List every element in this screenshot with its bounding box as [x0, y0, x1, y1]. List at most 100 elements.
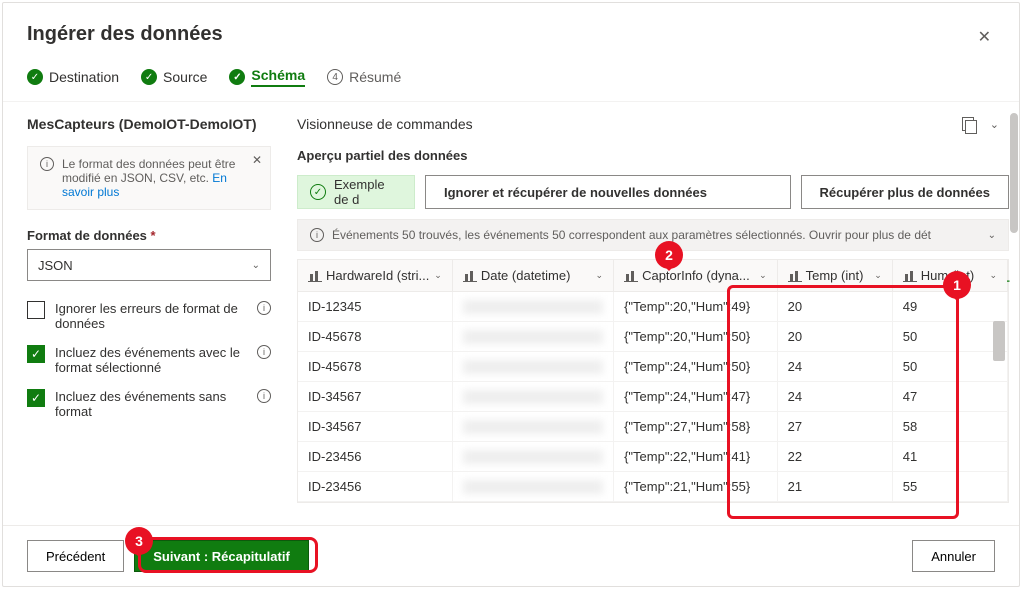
cell-temp: 27	[777, 412, 892, 442]
step-destination[interactable]: ✓Destination	[27, 69, 119, 85]
cell-date	[452, 382, 613, 412]
chevron-down-icon: ⌄	[596, 270, 604, 281]
format-select[interactable]: JSON ⌄	[27, 249, 271, 281]
button-fetch-more[interactable]: Récupérer plus de données	[801, 175, 1010, 209]
col-captorinfo[interactable]: CaptorInfo (dyna...⌄	[614, 260, 778, 292]
cell-date	[452, 352, 613, 382]
cell-date	[452, 412, 613, 442]
chevron-down-icon: ⌄	[252, 260, 260, 271]
modal-body: MesCapteurs (DemoIOT-DemoIOT) i Le forma…	[3, 101, 1019, 525]
close-icon[interactable]: ✕	[974, 23, 995, 51]
cell-date	[452, 292, 613, 322]
cell-temp: 20	[777, 292, 892, 322]
col-hardwareid[interactable]: HardwareId (stri...⌄	[298, 260, 452, 292]
format-notice: i Le format des données peut être modifi…	[27, 146, 271, 210]
scrollbar[interactable]	[1010, 113, 1018, 526]
dismiss-notice-icon[interactable]: ✕	[252, 153, 262, 167]
cell-captorinfo: {"Temp":21,"Hum":55}	[614, 472, 778, 502]
format-label: Format de données *	[27, 228, 271, 243]
cell-captorinfo: {"Temp":27,"Hum":58}	[614, 412, 778, 442]
table-scrollbar[interactable]	[993, 321, 1005, 361]
cell-temp: 24	[777, 352, 892, 382]
check-icon: ✓	[141, 69, 157, 85]
next-button[interactable]: Suivant : Récapitulatif	[134, 540, 309, 572]
table-row[interactable]: ID-23456 {"Temp":21,"Hum":55}2155	[298, 472, 1008, 502]
table-row[interactable]: ID-34567 {"Temp":27,"Hum":58}2758	[298, 412, 1008, 442]
cell-hum: 50	[892, 352, 1007, 382]
info-icon: i	[40, 157, 54, 171]
cell-hardwareid: ID-34567	[298, 382, 452, 412]
cell-captorinfo: {"Temp":20,"Hum":49}	[614, 292, 778, 322]
cell-hum: 55	[892, 472, 1007, 502]
chevron-down-icon: ⌄	[759, 270, 767, 281]
cancel-button[interactable]: Annuler	[912, 540, 995, 572]
cell-date	[452, 442, 613, 472]
cell-hum: 58	[892, 412, 1007, 442]
datatype-icon	[788, 270, 802, 282]
format-value: JSON	[38, 258, 73, 273]
chevron-down-icon: ⌄	[434, 270, 442, 281]
info-icon[interactable]: i	[257, 301, 271, 315]
datatype-icon	[308, 270, 322, 282]
step-summary[interactable]: 4Résumé	[327, 69, 401, 85]
cell-captorinfo: {"Temp":22,"Hum":41}	[614, 442, 778, 472]
chevron-down-icon[interactable]: ⌄	[988, 230, 996, 241]
preview-actions: ✓ Exemple de d Ignorer et récupérer de n…	[295, 175, 1011, 217]
col-hum[interactable]: Hum (int)⌄	[892, 260, 1007, 292]
step-schema[interactable]: ✓Schéma	[229, 67, 305, 87]
cell-hardwareid: ID-45678	[298, 322, 452, 352]
checkbox-include-noformat[interactable]: ✓ Incluez des événements sans format i	[27, 389, 271, 419]
checkbox-ignore-errors[interactable]: Ignorer les erreurs de format de données…	[27, 301, 271, 331]
cell-date	[452, 472, 613, 502]
cell-hardwareid: ID-34567	[298, 412, 452, 442]
notice-text: Le format des données peut être modifié …	[62, 157, 235, 185]
chevron-down-icon[interactable]: ⌄	[990, 118, 999, 131]
modal-title: Ingérer des données	[27, 23, 223, 46]
preview-table: ＋ HardwareId (stri...⌄ Date (datetime)⌄ …	[297, 259, 1009, 503]
modal-footer: Précédent Suivant : Récapitulatif Annule…	[3, 525, 1019, 586]
cell-temp: 21	[777, 472, 892, 502]
copy-icon[interactable]	[962, 117, 976, 131]
cell-hum: 41	[892, 442, 1007, 472]
table-row[interactable]: ID-12345{"Temp":20,"Hum":49}2049	[298, 292, 1008, 322]
viewer-title: Visionneuse de commandes	[297, 116, 473, 132]
cell-date	[452, 322, 613, 352]
ingest-modal: Ingérer des données ✕ ✓Destination ✓Sour…	[2, 2, 1020, 587]
chevron-down-icon: ⌄	[989, 270, 997, 281]
cell-hardwareid: ID-23456	[298, 442, 452, 472]
button-ignore-refetch[interactable]: Ignorer et récupérer de nouvelles donnée…	[425, 175, 791, 209]
left-panel: MesCapteurs (DemoIOT-DemoIOT) i Le forma…	[3, 102, 293, 525]
datatype-icon	[624, 270, 638, 282]
table-row[interactable]: ID-45678 {"Temp":24,"Hum":50}2450	[298, 352, 1008, 382]
wizard-steps: ✓Destination ✓Source ✓Schéma 4Résumé	[3, 59, 1019, 101]
prev-button[interactable]: Précédent	[27, 540, 124, 572]
check-circle-icon: ✓	[310, 184, 326, 200]
cell-temp: 20	[777, 322, 892, 352]
datatype-icon	[903, 270, 917, 282]
cell-captorinfo: {"Temp":24,"Hum":47}	[614, 382, 778, 412]
table-row[interactable]: ID-45678{"Temp":20,"Hum":50}2050	[298, 322, 1008, 352]
info-icon[interactable]: i	[257, 389, 271, 403]
sample-pill[interactable]: ✓ Exemple de d	[297, 175, 415, 209]
preview-title: Aperçu partiel des données	[295, 144, 1011, 175]
checkbox-checked-icon[interactable]: ✓	[27, 345, 45, 363]
step-source[interactable]: ✓Source	[141, 69, 207, 85]
datatype-icon	[463, 270, 477, 282]
checkbox-include-format[interactable]: ✓ Incluez des événements avec le format …	[27, 345, 271, 375]
col-date[interactable]: Date (datetime)⌄	[452, 260, 613, 292]
col-temp[interactable]: Temp (int)⌄	[777, 260, 892, 292]
info-icon: i	[310, 228, 324, 242]
cell-hum: 49	[892, 292, 1007, 322]
table-row[interactable]: ID-34567{"Temp":24,"Hum":47}2447	[298, 382, 1008, 412]
cell-captorinfo: {"Temp":24,"Hum":50}	[614, 352, 778, 382]
checkbox-icon[interactable]	[27, 301, 45, 319]
check-icon: ✓	[229, 69, 245, 85]
checkbox-checked-icon[interactable]: ✓	[27, 389, 45, 407]
cell-temp: 22	[777, 442, 892, 472]
info-icon[interactable]: i	[257, 345, 271, 359]
cell-hardwareid: ID-45678	[298, 352, 452, 382]
table-name: MesCapteurs (DemoIOT-DemoIOT)	[27, 116, 271, 132]
table-row[interactable]: ID-23456 {"Temp":22,"Hum":41}2241	[298, 442, 1008, 472]
cell-hardwareid: ID-23456	[298, 472, 452, 502]
events-info-bar[interactable]: i Événements 50 trouvés, les événements …	[297, 219, 1009, 251]
